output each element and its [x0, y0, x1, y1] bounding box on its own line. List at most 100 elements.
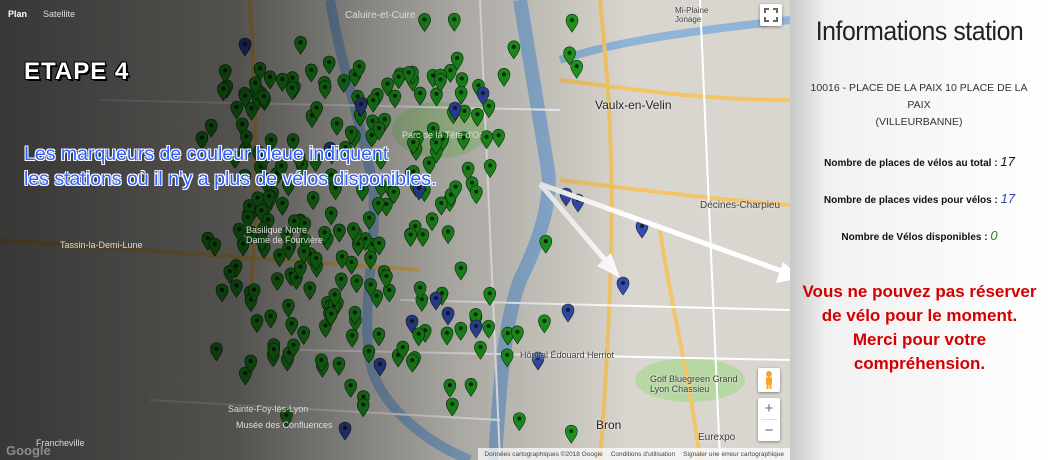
station-marker-available[interactable] — [454, 85, 468, 105]
station-marker-available[interactable] — [513, 412, 526, 432]
station-marker-available[interactable] — [464, 377, 478, 397]
station-marker-available[interactable] — [276, 196, 289, 216]
station-marker-available[interactable] — [303, 281, 317, 301]
station-marker-empty[interactable] — [429, 291, 443, 311]
station-marker-available[interactable] — [366, 93, 380, 113]
station-marker-available[interactable] — [482, 319, 495, 339]
zoom-in-button[interactable]: + — [758, 398, 780, 419]
station-marker-empty[interactable] — [338, 421, 352, 441]
marker-dot — [214, 346, 219, 351]
marker-dot — [406, 70, 411, 75]
station-marker-available[interactable] — [333, 223, 346, 243]
station-marker-available[interactable] — [306, 191, 320, 210]
station-marker-available[interactable] — [388, 89, 402, 109]
marker-dot — [438, 77, 443, 82]
station-marker-available[interactable] — [413, 86, 427, 106]
place-label: Mi-Plaine Jonage — [675, 6, 709, 24]
station-marker-available[interactable] — [474, 340, 487, 360]
station-marker-available[interactable] — [446, 397, 459, 417]
station-marker-available[interactable] — [447, 12, 461, 32]
pegman-icon[interactable] — [758, 368, 780, 392]
fullscreen-icon[interactable] — [760, 4, 782, 26]
station-marker-available[interactable] — [217, 82, 230, 102]
station-marker-available[interactable] — [318, 80, 332, 100]
marker-dot — [363, 236, 368, 241]
map-type-control[interactable]: Plan Satellite — [0, 8, 83, 24]
station-marker-available[interactable] — [497, 68, 511, 87]
marker-dot — [271, 347, 276, 352]
station-marker-available[interactable] — [294, 35, 307, 55]
station-marker-available[interactable] — [372, 327, 386, 347]
station-marker-available[interactable] — [215, 283, 229, 303]
station-marker-available[interactable] — [418, 13, 431, 32]
station-marker-available[interactable] — [454, 321, 468, 341]
station-marker-empty[interactable] — [469, 319, 483, 339]
station-marker-available[interactable] — [264, 309, 277, 329]
station-marker-available[interactable] — [263, 70, 277, 90]
map-view[interactable]: Plan Satellite Caluire-et-Cuire Vaulx-en… — [0, 0, 790, 460]
station-marker-empty[interactable] — [616, 276, 630, 296]
station-marker-available[interactable] — [565, 13, 579, 33]
zoom-control[interactable]: + − — [758, 398, 780, 441]
station-marker-available[interactable] — [230, 100, 244, 120]
station-marker-available[interactable] — [507, 40, 521, 60]
station-address: 10016 - PLACE DE LA PAIX 10 PLACE DE LA … — [804, 80, 1034, 131]
station-marker-available[interactable] — [440, 326, 454, 346]
station-marker-available[interactable] — [570, 59, 583, 79]
station-marker-available[interactable] — [282, 298, 295, 318]
marker-dot — [570, 18, 575, 23]
report-error-link[interactable]: Signaler une erreur cartographique — [683, 451, 784, 458]
station-marker-available[interactable] — [441, 225, 455, 245]
marker-dot — [447, 383, 452, 388]
station-marker-available[interactable] — [273, 248, 286, 268]
map-type-satellite[interactable]: Satellite — [35, 8, 83, 24]
station-marker-available[interactable] — [454, 261, 468, 281]
station-marker-available[interactable] — [250, 314, 264, 333]
marker-dot — [243, 42, 247, 46]
station-marker-available[interactable] — [356, 398, 370, 418]
station-marker-empty[interactable] — [238, 37, 252, 57]
station-marker-available[interactable] — [322, 55, 336, 75]
station-marker-available[interactable] — [344, 378, 358, 398]
marker-dot — [448, 68, 453, 73]
station-marker-available[interactable] — [539, 234, 553, 254]
marker-dot — [422, 17, 427, 22]
marker-dot — [473, 312, 478, 317]
marker-dot — [505, 331, 510, 336]
station-marker-available[interactable] — [305, 63, 318, 83]
place-label: Sainte-Foy-lès-Lyon — [228, 404, 309, 414]
station-marker-available[interactable] — [425, 212, 439, 232]
marker-dot — [408, 232, 413, 237]
station-marker-available[interactable] — [230, 279, 243, 299]
station-marker-available[interactable] — [406, 353, 419, 373]
station-marker-available[interactable] — [345, 328, 359, 348]
station-marker-available[interactable] — [538, 314, 551, 334]
map-attribution: Données cartographiques ©2018 Google Con… — [478, 448, 790, 460]
station-marker-available[interactable] — [297, 326, 311, 345]
station-marker-available[interactable] — [435, 196, 448, 216]
station-marker-available[interactable] — [324, 206, 338, 226]
zoom-out-button[interactable]: − — [758, 420, 780, 441]
station-marker-available[interactable] — [218, 64, 232, 84]
marker-dot — [290, 75, 295, 80]
station-marker-available[interactable] — [511, 325, 524, 345]
marker-dot — [245, 214, 250, 219]
terms-link[interactable]: Conditions d'utilisation — [611, 451, 675, 458]
station-marker-available[interactable] — [412, 327, 425, 347]
station-marker-empty[interactable] — [441, 306, 455, 326]
station-marker-available[interactable] — [564, 424, 578, 444]
station-marker-available[interactable] — [285, 317, 299, 336]
station-marker-available[interactable] — [332, 357, 346, 376]
station-marker-available[interactable] — [210, 342, 223, 362]
station-marker-available[interactable] — [443, 378, 457, 398]
station-marker-available[interactable] — [330, 116, 344, 136]
station-marker-available[interactable] — [285, 81, 299, 101]
caption-line: Les marqueurs de couleur bleue indiquent — [24, 143, 389, 165]
station-marker-empty[interactable] — [561, 303, 575, 323]
panel-title: Informations station — [815, 16, 1024, 46]
station-marker-available[interactable] — [271, 272, 284, 292]
station-marker-available[interactable] — [350, 274, 364, 294]
map-type-plan[interactable]: Plan — [0, 8, 35, 24]
station-marker-available[interactable] — [404, 228, 417, 248]
station-marker-available[interactable] — [335, 272, 348, 292]
